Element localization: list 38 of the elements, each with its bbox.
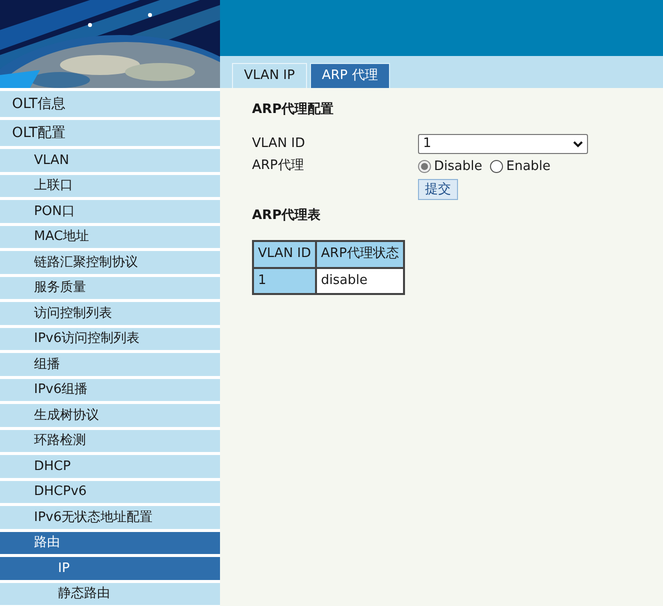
tab[interactable]: ARP 代理	[310, 63, 390, 88]
select-value: 1	[423, 135, 432, 154]
section-title: ARP代理配置	[252, 101, 335, 119]
sidebar-item[interactable]: DHCPv6	[0, 480, 220, 503]
sidebar-item[interactable]: 上联口	[0, 174, 220, 197]
sidebar-item[interactable]: MAC地址	[0, 226, 220, 248]
sidebar-item[interactable]: 静态路由	[0, 582, 220, 605]
sidebar-item[interactable]: VLAN	[0, 149, 220, 172]
caret-icon	[573, 140, 583, 148]
radio-label: Enable	[506, 158, 551, 176]
sidebar-item[interactable]: 生成树协议	[0, 404, 220, 426]
sidebar-item[interactable]: OLT信息	[0, 91, 220, 117]
submit-button[interactable]: 提交	[418, 178, 458, 200]
sidebar-item[interactable]: IP	[0, 557, 220, 580]
vlan-select[interactable]: 1	[418, 134, 588, 154]
section-title: ARP代理表	[252, 206, 322, 224]
column-header: ARP代理状态	[316, 240, 404, 268]
sidebar-item[interactable]: PON口	[0, 200, 220, 222]
sidebar-item[interactable]: IPv6组播	[0, 378, 220, 401]
radio-button[interactable]	[490, 160, 504, 174]
table-cell: 1	[253, 268, 316, 294]
sidebar-item[interactable]: 链路汇聚控制协议	[0, 251, 220, 274]
radio-button[interactable]	[418, 160, 431, 174]
column-header: VLAN ID	[253, 240, 316, 268]
sidebar-item[interactable]: 访问控制列表	[0, 302, 220, 324]
sidebar-item[interactable]: 路由	[0, 532, 220, 554]
sidebar-item[interactable]: DHCP	[0, 455, 220, 478]
field-label: ARP代理	[252, 156, 305, 174]
field-label: VLAN ID	[252, 135, 306, 154]
sidebar-item[interactable]: OLT配置	[0, 120, 220, 146]
sidebar-item[interactable]: 服务质量	[0, 276, 220, 299]
table-cell: disable	[316, 268, 404, 294]
sidebar-item[interactable]: 组播	[0, 353, 220, 376]
sidebar-item[interactable]: IPv6无状态地址配置	[0, 506, 220, 528]
radio-label: Disable	[434, 158, 482, 176]
sidebar-item[interactable]: IPv6访问控制列表	[0, 328, 220, 350]
sidebar-item[interactable]: 环路检测	[0, 430, 220, 452]
tab[interactable]: VLAN IP	[232, 63, 307, 88]
